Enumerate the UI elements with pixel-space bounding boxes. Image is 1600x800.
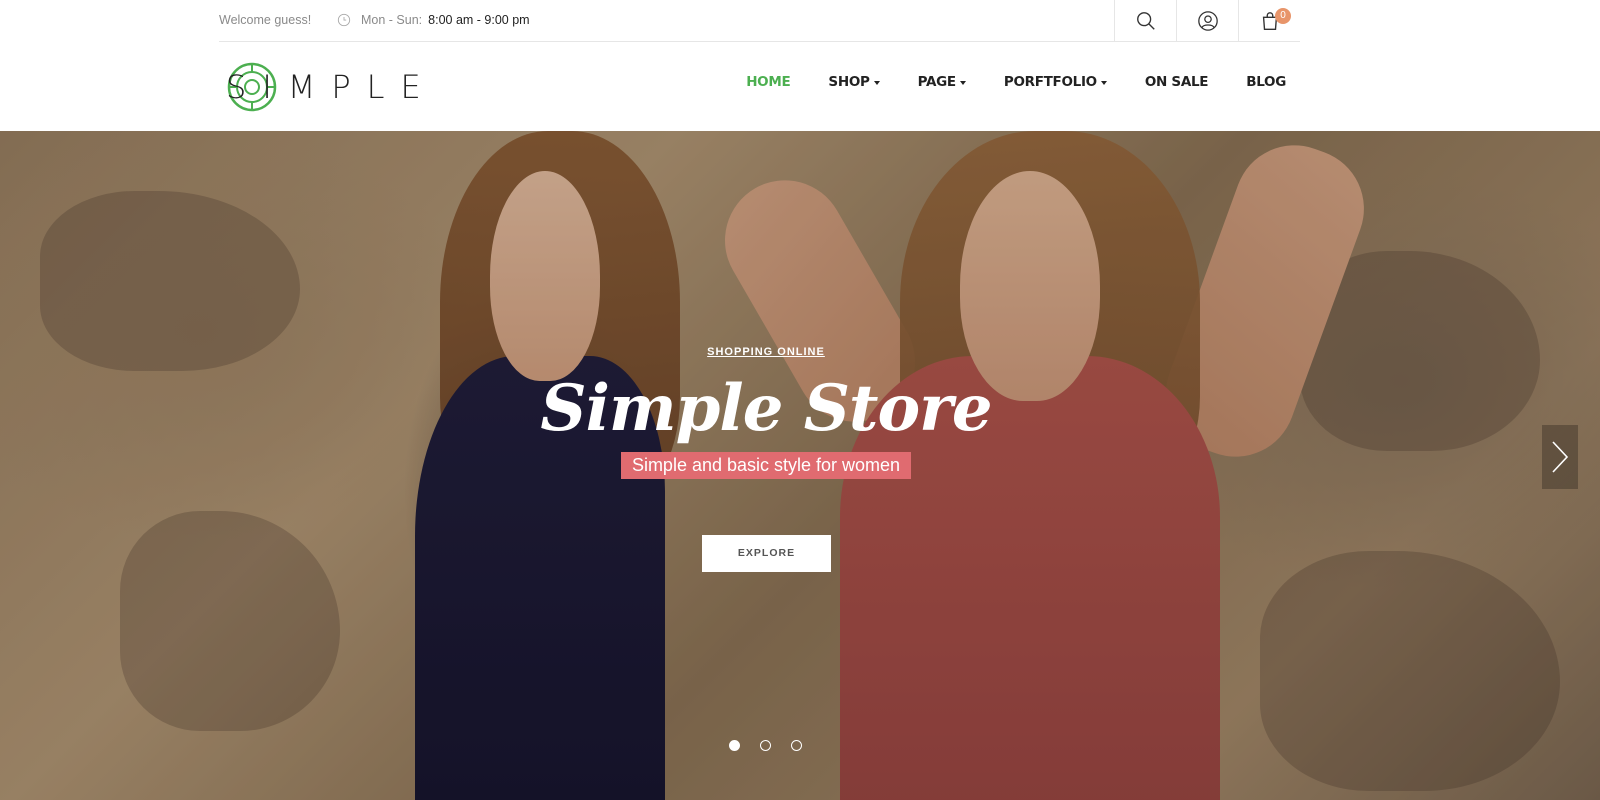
chevron-right-icon bbox=[1552, 441, 1569, 473]
slide-dot[interactable] bbox=[791, 740, 802, 751]
main-nav: HOME SHOP PAGE PORFTFOLIO ON SALE BLOG bbox=[708, 74, 1286, 90]
caret-down-icon bbox=[873, 81, 880, 85]
next-slide-button[interactable] bbox=[1542, 425, 1578, 489]
hero-eyebrow: SHOPPING ONLINE bbox=[707, 346, 825, 358]
nav-home-label: HOME bbox=[746, 74, 791, 90]
site-logo[interactable]: SIMPLE bbox=[224, 61, 421, 113]
account-button[interactable] bbox=[1176, 0, 1238, 42]
search-button[interactable] bbox=[1114, 0, 1176, 42]
hours-days: Mon - Sun: bbox=[361, 13, 423, 27]
hours-time: 8:00 am - 9:00 pm bbox=[428, 13, 530, 27]
nav-shop-label: SHOP bbox=[828, 74, 870, 90]
nav-shop[interactable]: SHOP bbox=[828, 74, 880, 90]
opening-hours: Mon - Sun: 8:00 am - 9:00 pm bbox=[337, 13, 530, 27]
site-header: SIMPLE HOME SHOP PAGE PORFTFOLIO ON SALE… bbox=[0, 43, 1600, 131]
cart-count-badge: 0 bbox=[1275, 8, 1291, 24]
hero-subtitle-wrap: Simple and basic style for women bbox=[0, 452, 1532, 479]
search-icon bbox=[1136, 12, 1155, 30]
caret-down-icon bbox=[959, 81, 966, 85]
nav-page[interactable]: PAGE bbox=[918, 74, 966, 90]
nav-blog[interactable]: BLOG bbox=[1246, 74, 1286, 90]
nav-portfolio-label: PORFTFOLIO bbox=[1003, 74, 1097, 90]
welcome-text: Welcome guess! bbox=[219, 13, 312, 27]
top-bar: Welcome guess! Mon - Sun: 8:00 am - 9:00… bbox=[219, 0, 1300, 42]
hero-subtitle: Simple and basic style for women bbox=[620, 452, 912, 479]
caret-down-icon bbox=[1100, 81, 1107, 85]
hero-slider: SHOPPING ONLINE Simple Store Simple and … bbox=[0, 131, 1600, 800]
hero-content: SHOPPING ONLINE Simple Store Simple and … bbox=[0, 131, 1600, 800]
cart-button[interactable]: 0 bbox=[1238, 0, 1300, 42]
logo-text: SIMPLE bbox=[226, 68, 437, 106]
nav-page-label: PAGE bbox=[917, 74, 957, 90]
hero-title: Simple Store bbox=[540, 371, 992, 446]
slide-dot[interactable] bbox=[760, 740, 771, 751]
user-icon bbox=[1197, 11, 1218, 31]
nav-blog-label: BLOG bbox=[1246, 74, 1286, 90]
nav-on-sale[interactable]: ON SALE bbox=[1144, 74, 1209, 90]
top-icon-group: 0 bbox=[1114, 0, 1300, 42]
slide-dot[interactable] bbox=[729, 740, 740, 751]
slider-pagination bbox=[729, 740, 802, 751]
explore-button[interactable]: EXPLORE bbox=[702, 535, 831, 572]
nav-home[interactable]: HOME bbox=[746, 74, 791, 90]
nav-portfolio[interactable]: PORFTFOLIO bbox=[1004, 74, 1107, 90]
clock-icon bbox=[337, 13, 351, 27]
nav-on-sale-label: ON SALE bbox=[1144, 74, 1209, 90]
